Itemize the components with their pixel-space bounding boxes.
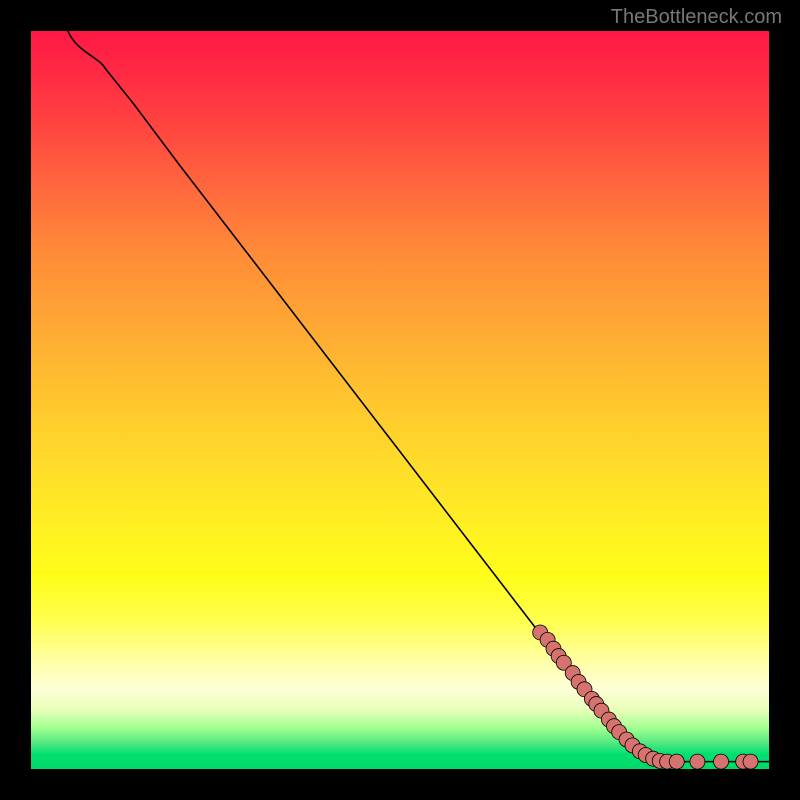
data-point [690, 754, 705, 769]
watermark-text: TheBottleneck.com [611, 6, 782, 29]
data-point [714, 754, 729, 769]
plot-area [31, 31, 769, 769]
data-point [743, 754, 758, 769]
chart-svg [31, 31, 769, 769]
data-point [669, 754, 684, 769]
data-points [533, 625, 758, 769]
bottleneck-curve [68, 31, 769, 762]
